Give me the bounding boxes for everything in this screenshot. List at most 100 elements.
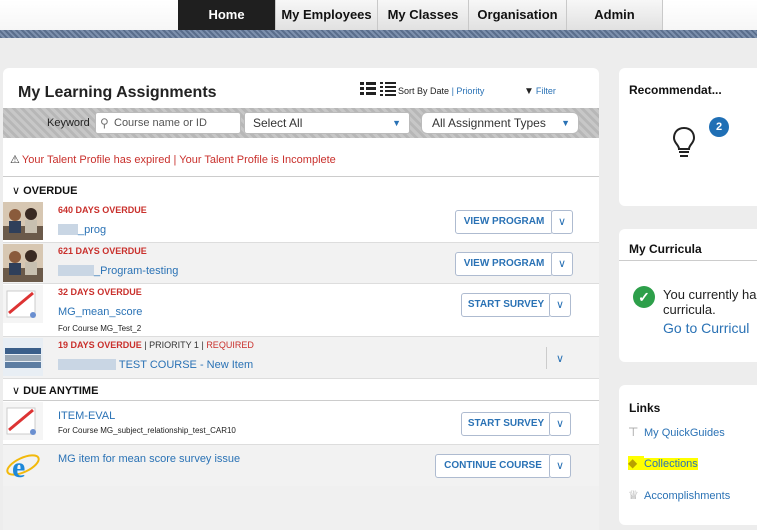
tab-my-classes[interactable]: My Classes	[378, 0, 469, 30]
svg-text:e: e	[12, 451, 25, 484]
sort-by-date[interactable]: Date	[430, 86, 449, 96]
warning-separator: |	[173, 154, 177, 166]
detail-view-icon[interactable]	[380, 82, 396, 96]
chevron-down-icon[interactable]: ∨	[551, 210, 573, 234]
link-label: Collections	[644, 458, 698, 470]
overdue-status: 19 DAYS OVERDUE | PRIORITY 1 | REQUIRED	[58, 340, 254, 350]
start-survey-button[interactable]: START SURVEY	[461, 412, 551, 436]
chevron-down-icon: ▼	[561, 118, 570, 128]
lightbulb-icon	[672, 126, 696, 157]
item-title-link[interactable]: TEST COURSE - New Item	[58, 359, 253, 371]
tab-organisation[interactable]: Organisation	[469, 0, 567, 30]
search-icon: ⚲	[100, 116, 109, 130]
item-title-link[interactable]: ITEM-EVAL	[58, 410, 115, 422]
chevron-down-icon[interactable]: ∨	[551, 252, 573, 276]
chevron-down-icon: ∨	[12, 385, 21, 397]
filter-button[interactable]: ▼ Filter	[524, 86, 556, 97]
collection-icon: ◆	[628, 456, 644, 470]
redacted-text	[58, 265, 94, 276]
separator: |	[201, 340, 204, 350]
top-navigation-bar: Home My Employees My Classes Organisatio…	[0, 0, 757, 38]
chevron-down-icon: ▼	[392, 118, 401, 128]
select-all-dropdown[interactable]: Select All ▼	[244, 112, 410, 134]
chevron-down-icon[interactable]: ∨	[549, 293, 571, 317]
assignment-types-dropdown[interactable]: All Assignment Types ▼	[421, 112, 579, 134]
overdue-days: 19 DAYS OVERDUE	[58, 340, 142, 350]
recommendations-title: Recommendat...	[629, 83, 722, 97]
filter-icon: ▼	[524, 86, 534, 97]
section-due-anytime[interactable]: ∨ DUE ANYTIME	[12, 384, 98, 397]
list-item: 621 DAYS OVERDUE _Program-testing VIEW P…	[3, 243, 599, 284]
start-survey-button[interactable]: START SURVEY	[461, 293, 551, 317]
collections-link[interactable]: ◆ Collections	[628, 456, 698, 470]
filter-bar: Keyword ⚲ Course name or ID Select All ▼…	[3, 108, 599, 138]
section-overdue-label: OVERDUE	[23, 185, 78, 197]
assignment-types-value: All Assignment Types	[432, 116, 546, 130]
list-item: 640 DAYS OVERDUE _prog VIEW PROGRAM ∨	[3, 201, 599, 243]
curricula-title: My Curricula	[629, 242, 702, 256]
tab-admin[interactable]: Admin	[567, 0, 663, 30]
header-stripe	[0, 30, 757, 38]
section-overdue[interactable]: ∨ OVERDUE	[12, 184, 77, 197]
checkmark-icon: ✓	[633, 286, 655, 308]
link-label: Accomplishments	[644, 490, 731, 502]
survey-thumbnail	[3, 285, 43, 323]
required-label: REQUIRED	[206, 340, 254, 350]
tab-my-employees[interactable]: My Employees	[276, 0, 378, 30]
filter-label: Filter	[535, 86, 556, 96]
view-program-button[interactable]: VIEW PROGRAM	[455, 252, 553, 276]
sort-prefix: Sort By	[398, 86, 428, 96]
go-to-curricula-link[interactable]: Go to Curricul	[663, 320, 749, 336]
list-item: e MG item for mean score survey issue CO…	[3, 445, 599, 486]
list-item: 19 DAYS OVERDUE | PRIORITY 1 | REQUIRED …	[3, 337, 599, 379]
item-title-link[interactable]: MG item for mean score survey issue	[58, 453, 240, 465]
chevron-down-icon[interactable]: ∨	[556, 352, 564, 365]
keyword-label: Keyword	[47, 117, 90, 129]
overdue-status: 621 DAYS OVERDUE	[58, 246, 147, 256]
item-title-link[interactable]: MG_mean_score	[58, 306, 142, 318]
search-placeholder: Course name or ID	[114, 117, 207, 129]
tab-home[interactable]: Home	[178, 0, 276, 30]
internet-explorer-icon: e	[3, 446, 43, 484]
separator: |	[144, 340, 147, 350]
chevron-down-icon[interactable]: ∨	[549, 412, 571, 436]
survey-thumbnail	[3, 402, 43, 440]
links-card: Links	[619, 385, 757, 525]
item-title: _Program-testing	[94, 265, 179, 277]
continue-course-button[interactable]: CONTINUE COURSE	[435, 454, 551, 478]
people-thumbnail	[3, 244, 43, 282]
curricula-message-line2: curricula.	[663, 302, 716, 317]
chevron-down-icon: ∨	[12, 185, 21, 197]
books-thumbnail	[3, 338, 43, 376]
view-program-button[interactable]: VIEW PROGRAM	[455, 210, 553, 234]
item-subtitle: For Course MG_Test_2	[58, 324, 142, 333]
divider	[619, 260, 757, 261]
item-title: TEST COURSE - New Item	[118, 359, 254, 371]
sort-by-priority[interactable]: Priority	[456, 86, 484, 96]
accomplishments-link[interactable]: ♕ Accomplishments	[628, 488, 730, 502]
sort-separator: |	[451, 86, 454, 96]
recommendations-count-badge: 2	[709, 117, 729, 137]
main-nav: Home My Employees My Classes Organisatio…	[178, 0, 663, 30]
warning-expired[interactable]: Your Talent Profile has expired	[22, 154, 171, 166]
curricula-message: You currently ha curricula.	[663, 287, 756, 317]
view-toggle	[360, 82, 396, 96]
search-input[interactable]: ⚲ Course name or ID	[95, 112, 241, 134]
item-subtitle: For Course MG_subject_relationship_test_…	[58, 426, 236, 435]
panel-footer	[3, 486, 599, 530]
warning-incomplete[interactable]: Your Talent Profile is Incomplete	[179, 154, 336, 166]
priority-label: PRIORITY 1	[149, 340, 199, 350]
warning-icon: ⚠	[10, 154, 20, 166]
curricula-message-line1: You currently ha	[663, 287, 757, 302]
item-title-link[interactable]: _prog	[58, 224, 106, 236]
quickguides-link[interactable]: ⊤ My QuickGuides	[628, 425, 725, 439]
overdue-status: 640 DAYS OVERDUE	[58, 205, 147, 215]
signpost-icon: ⊤	[628, 425, 639, 439]
list-item: 32 DAYS OVERDUE MG_mean_score For Course…	[3, 284, 599, 337]
divider	[546, 347, 547, 369]
list-item: ITEM-EVAL For Course MG_subject_relation…	[3, 401, 599, 445]
item-title-link[interactable]: _Program-testing	[58, 265, 178, 277]
select-all-value: Select All	[253, 116, 303, 130]
list-view-icon[interactable]	[360, 82, 376, 96]
chevron-down-icon[interactable]: ∨	[549, 454, 571, 478]
